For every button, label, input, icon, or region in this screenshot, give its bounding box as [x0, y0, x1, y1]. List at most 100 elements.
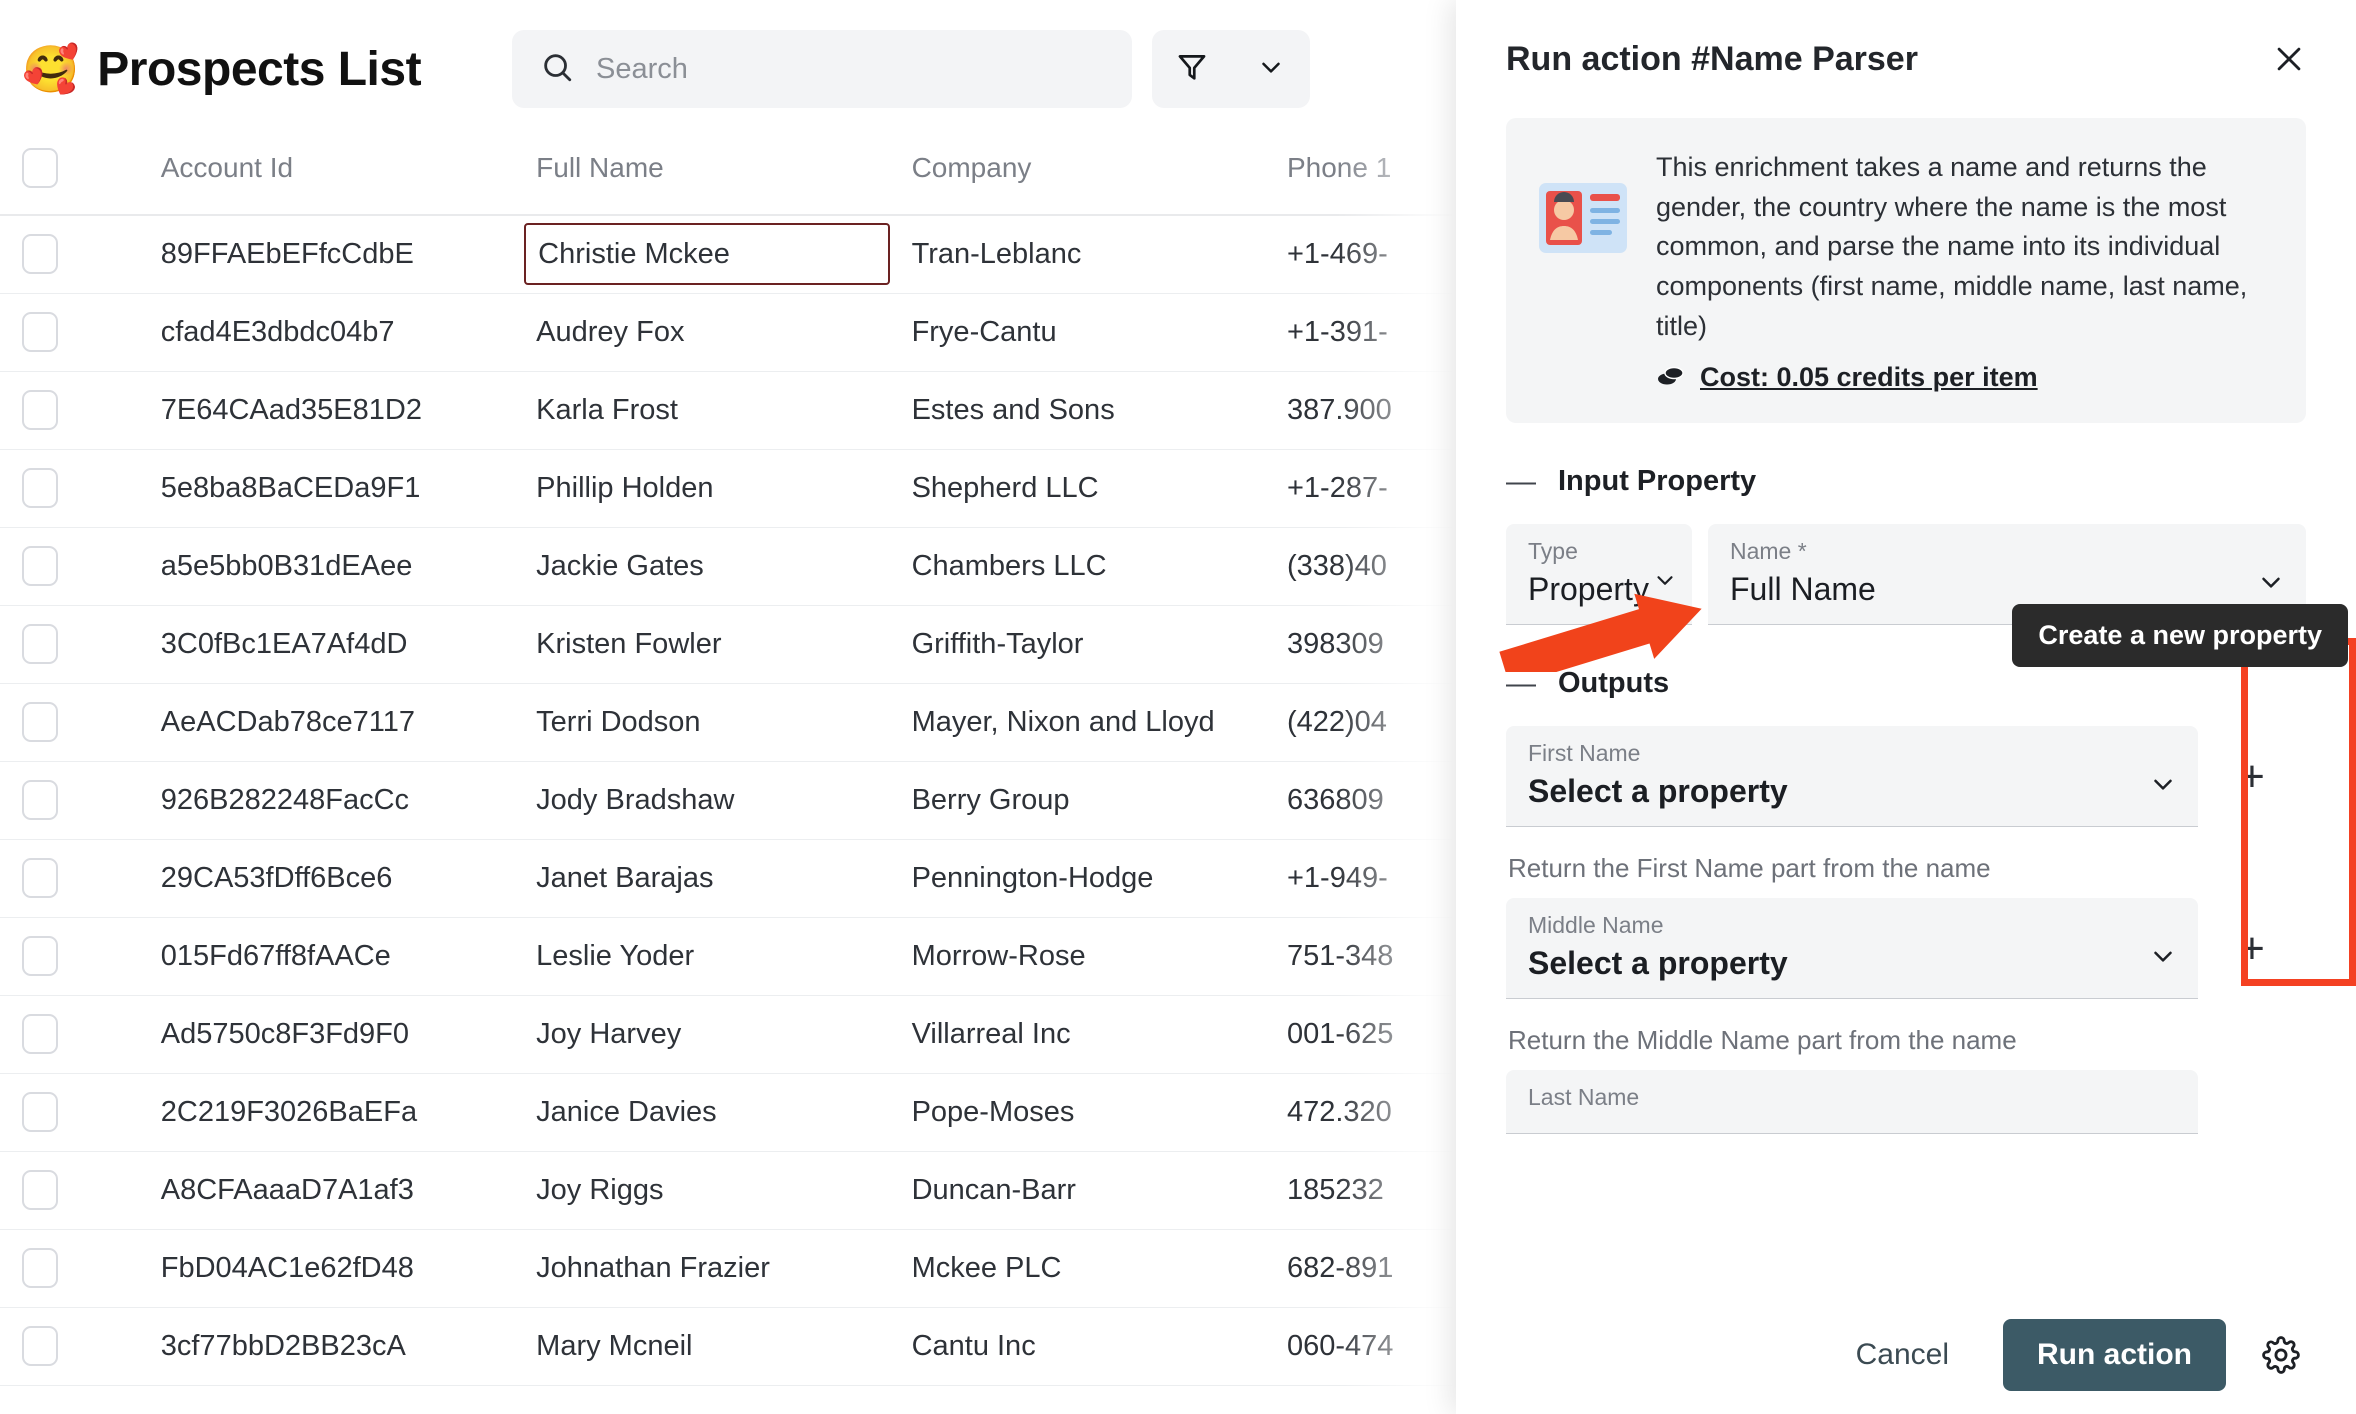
cell-full-name[interactable]: Terri Dodson: [524, 683, 899, 761]
row-checkbox[interactable]: [22, 1014, 58, 1054]
run-action-button[interactable]: Run action: [2003, 1319, 2226, 1391]
close-button[interactable]: [2266, 36, 2312, 82]
cell-phone[interactable]: +1-287-: [1275, 449, 1456, 527]
cell-company[interactable]: Mayer, Nixon and Lloyd: [900, 683, 1275, 761]
minus-icon[interactable]: —: [1506, 467, 1536, 497]
output-property-select[interactable]: Middle NameSelect a property: [1506, 898, 2198, 999]
row-checkbox[interactable]: [22, 780, 58, 820]
cell-company[interactable]: Shepherd LLC: [900, 449, 1275, 527]
table-row[interactable]: 2C219F3026BaEFaJanice DaviesPope-Moses47…: [0, 1073, 1456, 1151]
cell-full-name[interactable]: Kristen Fowler: [524, 605, 899, 683]
cell-phone[interactable]: 751-348: [1275, 917, 1456, 995]
cell-company[interactable]: Morrow-Rose: [900, 917, 1275, 995]
output-property-select[interactable]: Last Name: [1506, 1070, 2198, 1134]
cell-phone[interactable]: 398309: [1275, 605, 1456, 683]
cell-full-name[interactable]: Janice Davies: [524, 1073, 899, 1151]
table-row[interactable]: 89FFAEbEFfcCdbEChristie MckeeTran-Leblan…: [0, 215, 1456, 293]
minus-icon[interactable]: —: [1506, 669, 1536, 699]
cell-company[interactable]: Tran-Leblanc: [900, 215, 1275, 293]
cell-account-id[interactable]: AeACDab78ce7117: [149, 683, 524, 761]
row-checkbox[interactable]: [22, 390, 58, 430]
cell-full-name[interactable]: Karla Frost: [524, 371, 899, 449]
row-checkbox[interactable]: [22, 936, 58, 976]
type-select[interactable]: Type Property: [1506, 524, 1692, 625]
row-checkbox[interactable]: [22, 234, 58, 274]
table-row[interactable]: 926B282248FacCcJody BradshawBerry Group6…: [0, 761, 1456, 839]
row-checkbox[interactable]: [22, 1326, 58, 1366]
cell-full-name[interactable]: Audrey Fox: [524, 293, 899, 371]
table-row[interactable]: Ad5750c8F3Fd9F0Joy HarveyVillarreal Inc0…: [0, 995, 1456, 1073]
cell-account-id[interactable]: 2C219F3026BaEFa: [149, 1073, 524, 1151]
cell-account-id[interactable]: cfad4E3dbdc04b7: [149, 293, 524, 371]
add-property-button[interactable]: +: [2198, 726, 2306, 827]
row-checkbox[interactable]: [22, 858, 58, 898]
cell-company[interactable]: Griffith-Taylor: [900, 605, 1275, 683]
cell-phone[interactable]: +1-469-: [1275, 215, 1456, 293]
cell-full-name[interactable]: Christie Mckee: [524, 215, 899, 293]
cell-phone[interactable]: 001-625: [1275, 995, 1456, 1073]
table-row[interactable]: AeACDab78ce7117Terri DodsonMayer, Nixon …: [0, 683, 1456, 761]
cell-full-name[interactable]: Janet Barajas: [524, 839, 899, 917]
cell-account-id[interactable]: a5e5bb0B31dEAee: [149, 527, 524, 605]
cell-full-name[interactable]: Jackie Gates: [524, 527, 899, 605]
cell-company[interactable]: Mckee PLC: [900, 1229, 1275, 1307]
cell-account-id[interactable]: 89FFAEbEFfcCdbE: [149, 215, 524, 293]
row-checkbox[interactable]: [22, 1248, 58, 1288]
table-row[interactable]: 3cf77bbD2BB23cAMary McneilCantu Inc060-4…: [0, 1307, 1456, 1385]
table-row[interactable]: cfad4E3dbdc04b7Audrey FoxFrye-Cantu+1-39…: [0, 293, 1456, 371]
cell-account-id[interactable]: 3cf77bbD2BB23cA: [149, 1307, 524, 1385]
table-row[interactable]: 29CA53fDff6Bce6Janet BarajasPennington-H…: [0, 839, 1456, 917]
cell-phone[interactable]: (338)40: [1275, 527, 1456, 605]
table-row[interactable]: FbD04AC1e62fD48Johnathan FrazierMckee PL…: [0, 1229, 1456, 1307]
cell-account-id[interactable]: 29CA53fDff6Bce6: [149, 839, 524, 917]
cell-phone[interactable]: 060-474: [1275, 1307, 1456, 1385]
filter-button[interactable]: [1152, 30, 1231, 108]
cell-phone[interactable]: +1-949-: [1275, 839, 1456, 917]
cell-company[interactable]: Estes and Sons: [900, 371, 1275, 449]
cell-account-id[interactable]: 5e8ba8BaCEDa9F1: [149, 449, 524, 527]
cell-phone[interactable]: 636809: [1275, 761, 1456, 839]
table-row[interactable]: 7E64CAad35E81D2Karla FrostEstes and Sons…: [0, 371, 1456, 449]
row-checkbox[interactable]: [22, 546, 58, 586]
cell-phone[interactable]: 387.900: [1275, 371, 1456, 449]
cell-phone[interactable]: (422)04: [1275, 683, 1456, 761]
cell-phone[interactable]: 472.320: [1275, 1073, 1456, 1151]
cell-phone[interactable]: +1-391-: [1275, 293, 1456, 371]
cell-company[interactable]: Cantu Inc: [900, 1307, 1275, 1385]
cell-full-name[interactable]: Joy Riggs: [524, 1151, 899, 1229]
cell-phone[interactable]: 185232: [1275, 1151, 1456, 1229]
cell-full-name[interactable]: Jody Bradshaw: [524, 761, 899, 839]
row-checkbox[interactable]: [22, 1170, 58, 1210]
cell-company[interactable]: Duncan-Barr: [900, 1151, 1275, 1229]
table-row[interactable]: a5e5bb0B31dEAeeJackie GatesChambers LLC(…: [0, 527, 1456, 605]
cell-account-id[interactable]: 7E64CAad35E81D2: [149, 371, 524, 449]
cell-company[interactable]: Chambers LLC: [900, 527, 1275, 605]
search-input[interactable]: [596, 53, 1104, 86]
cell-full-name[interactable]: Phillip Holden: [524, 449, 899, 527]
filter-dropdown-button[interactable]: [1231, 30, 1310, 108]
row-checkbox[interactable]: [22, 702, 58, 742]
cell-full-name[interactable]: Johnathan Frazier: [524, 1229, 899, 1307]
table-row[interactable]: 015Fd67ff8fAACeLeslie YoderMorrow-Rose75…: [0, 917, 1456, 995]
cell-account-id[interactable]: FbD04AC1e62fD48: [149, 1229, 524, 1307]
cell-company[interactable]: Pennington-Hodge: [900, 839, 1275, 917]
settings-button[interactable]: [2262, 1336, 2300, 1374]
cell-account-id[interactable]: 015Fd67ff8fAACe: [149, 917, 524, 995]
cell-account-id[interactable]: Ad5750c8F3Fd9F0: [149, 995, 524, 1073]
cell-account-id[interactable]: A8CFAaaaD7A1af3: [149, 1151, 524, 1229]
select-all-checkbox[interactable]: [22, 148, 58, 188]
row-checkbox[interactable]: [22, 624, 58, 664]
table-row[interactable]: 3C0fBc1EA7Af4dDKristen FowlerGriffith-Ta…: [0, 605, 1456, 683]
row-checkbox[interactable]: [22, 1092, 58, 1132]
cell-account-id[interactable]: 926B282248FacCc: [149, 761, 524, 839]
cell-full-name[interactable]: Mary Mcneil: [524, 1307, 899, 1385]
search-box[interactable]: [512, 30, 1132, 108]
cell-company[interactable]: Pope-Moses: [900, 1073, 1275, 1151]
table-row[interactable]: A8CFAaaaD7A1af3Joy RiggsDuncan-Barr18523…: [0, 1151, 1456, 1229]
row-checkbox[interactable]: [22, 468, 58, 508]
cell-company[interactable]: Villarreal Inc: [900, 995, 1275, 1073]
cell-account-id[interactable]: 3C0fBc1EA7Af4dD: [149, 605, 524, 683]
cell-full-name[interactable]: Joy Harvey: [524, 995, 899, 1073]
table-row[interactable]: 5e8ba8BaCEDa9F1Phillip HoldenShepherd LL…: [0, 449, 1456, 527]
cell-full-name[interactable]: Leslie Yoder: [524, 917, 899, 995]
